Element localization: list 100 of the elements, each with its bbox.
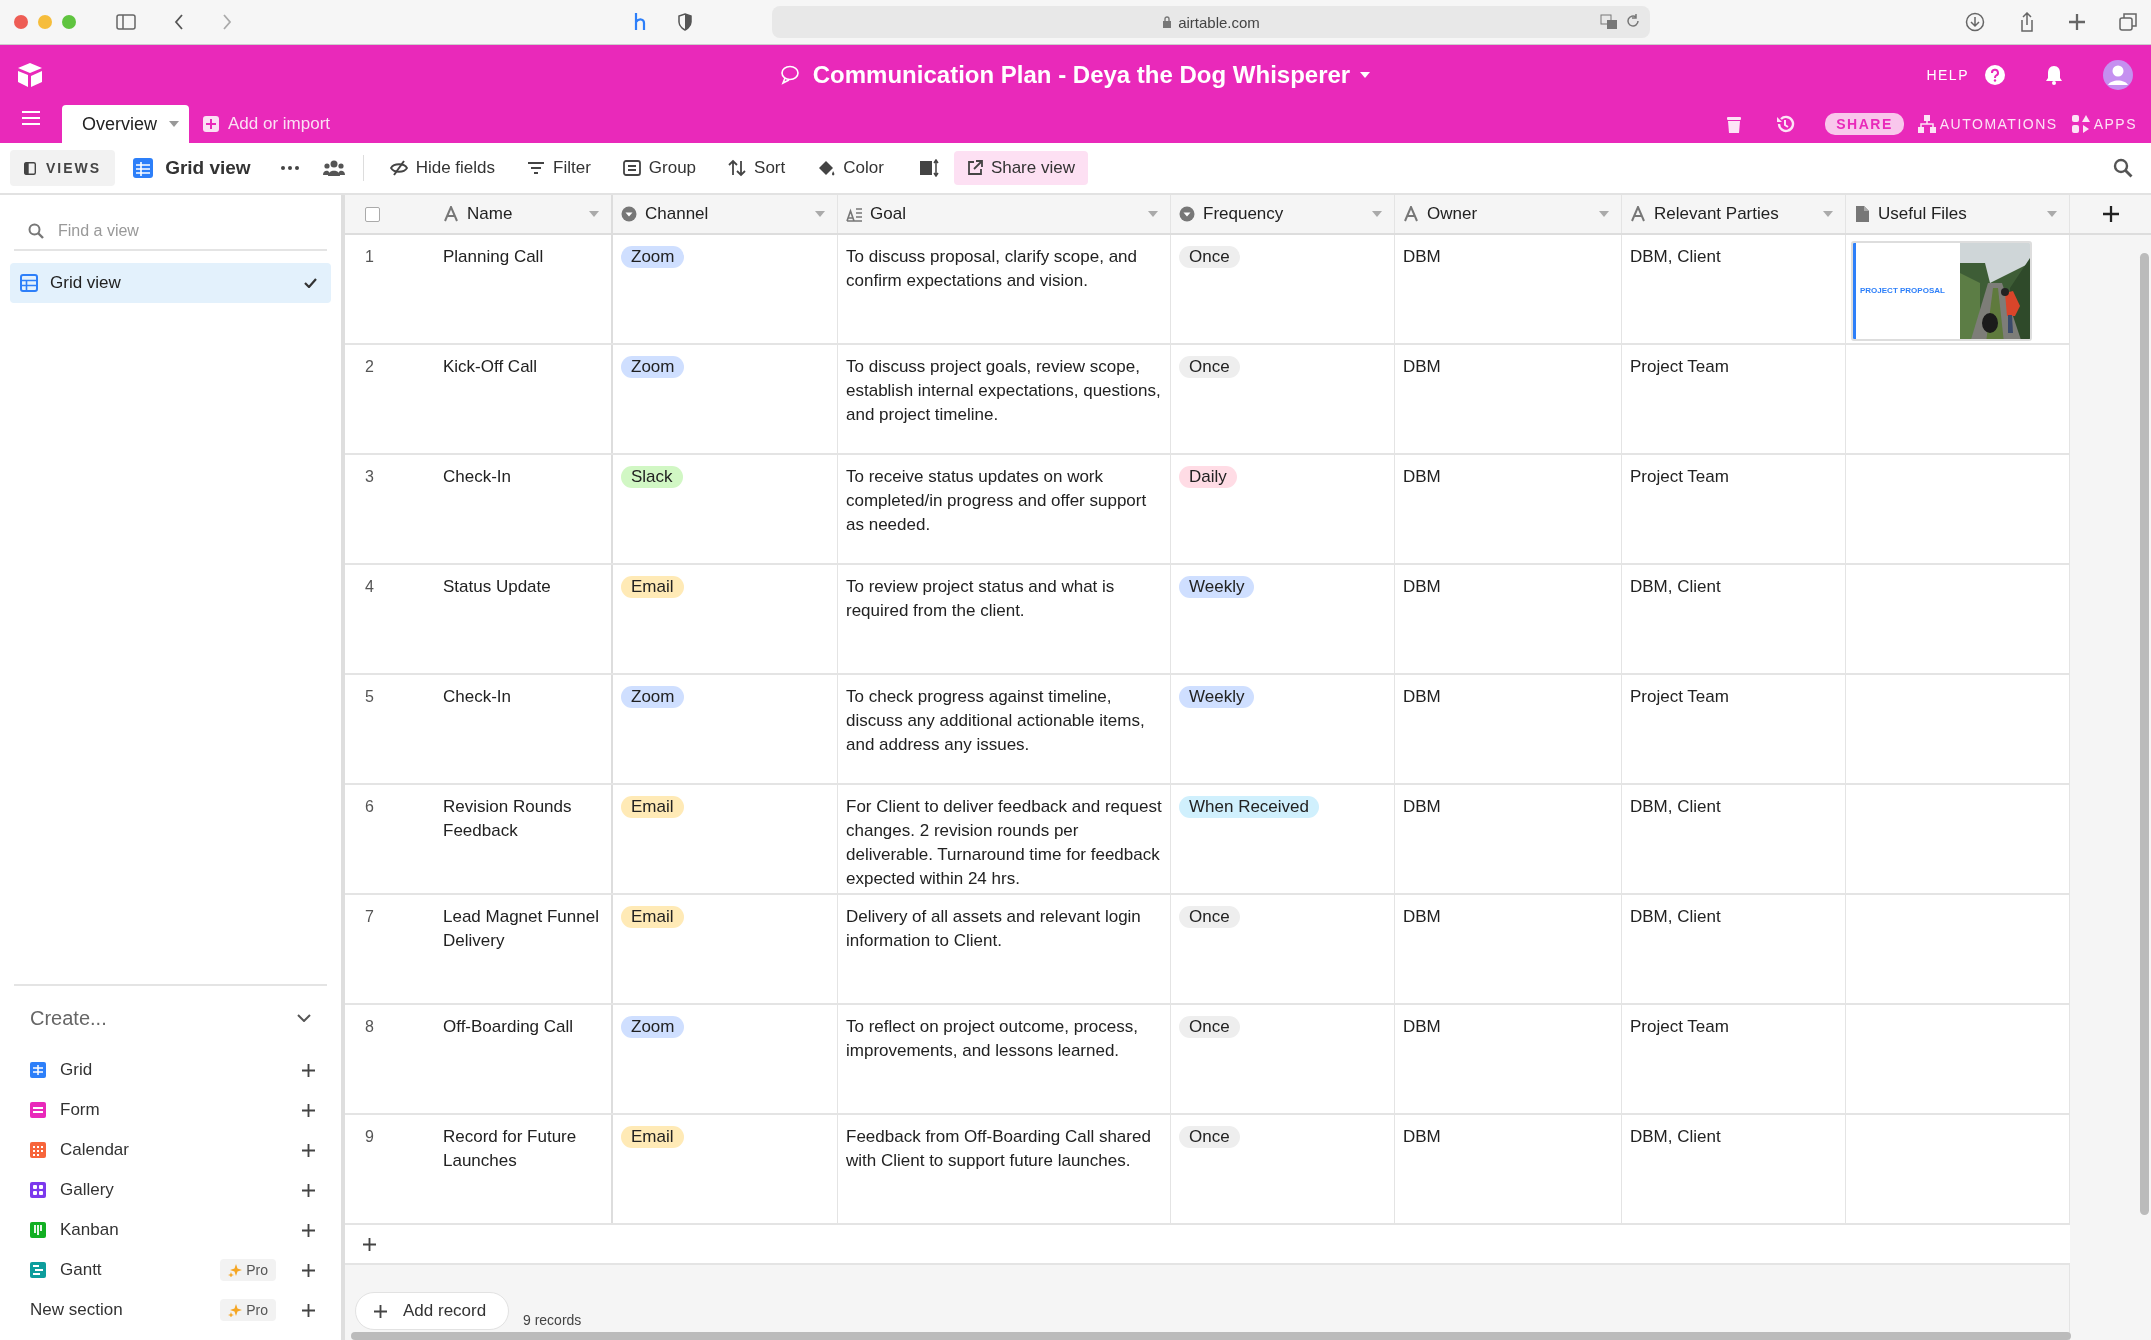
table-cell: To review project status and what is required from the client. [846,577,1115,620]
row-number: 7 [365,908,374,925]
create-view-item[interactable]: Kanban [10,1210,331,1250]
tabs-overview-icon[interactable] [2119,13,2137,31]
maximize-window-icon[interactable] [62,15,76,29]
color-button[interactable]: Color [811,152,890,184]
column-header[interactable]: Goal [838,195,1171,233]
create-view-item[interactable]: Gallery [10,1170,331,1210]
avatar-icon[interactable] [2103,60,2133,90]
table-cell: Project Team [1630,467,1729,486]
row-number: 9 [365,1128,374,1145]
table-cell: DBM, Client [1630,577,1721,596]
table-cell: To receive status updates on work completed/in progress and offer support as needed. [846,467,1147,534]
create-view-item[interactable]: New section Pro [10,1290,331,1330]
table-cell: DBM [1403,357,1441,376]
plus-icon [363,1237,376,1251]
search-icon[interactable] [2113,158,2133,178]
vertical-scrollbar[interactable] [2140,253,2149,1215]
column-header[interactable]: Channel [613,195,838,233]
create-view-item[interactable]: Gantt Pro [10,1250,331,1290]
translate-icon[interactable] [1600,14,1618,30]
table-cell: DBM [1403,907,1441,926]
create-section-toggle[interactable]: Create... [10,998,327,1038]
trash-icon[interactable] [1727,115,1742,133]
more-icon[interactable] [280,166,299,170]
add-record-button[interactable]: Add record [355,1292,510,1330]
create-view-item[interactable]: Grid [10,1050,331,1090]
reload-icon[interactable] [1626,14,1640,28]
hide-button[interactable]: Hide fields [383,152,502,184]
attachment-thumbnail[interactable]: PROJECT PROPOSAL [1851,241,2032,341]
view-name-button[interactable]: Grid view [133,157,251,179]
menu-icon[interactable] [22,111,40,125]
table-cell: To check progress against timeline, discuss any additional actionable items, and address any issues. [846,687,1145,754]
row-number: 4 [365,578,374,595]
tag: Once [1179,246,1240,268]
column-header[interactable]: Owner [1395,195,1622,233]
extension-icon[interactable] [632,12,648,32]
table-cell: Project Team [1630,687,1729,706]
column-header[interactable]: Name [435,195,613,233]
back-icon[interactable] [174,14,184,30]
shield-icon[interactable] [678,13,692,31]
select-all-checkbox[interactable] [365,206,380,222]
tag: Weekly [1179,576,1255,598]
plus-icon [302,1143,315,1157]
tag: Email [621,576,684,598]
single-select-icon [621,206,637,222]
help-icon[interactable] [1985,65,2005,85]
create-view-item[interactable]: Calendar [10,1130,331,1170]
sparkle-icon [228,1263,243,1277]
caret-icon [589,211,599,217]
forward-icon[interactable] [222,14,232,30]
table-cell: DBM [1403,247,1441,266]
table-cell: Lead Magnet Funnel Delivery [443,907,599,950]
filter-icon [527,159,546,177]
share-view-button[interactable]: Share view [953,151,1088,185]
group-icon [622,159,641,177]
tab[interactable]: Overview [62,105,189,143]
table-cell: Record for Future Launches [443,1127,577,1170]
table-cell: DBM, Client [1630,797,1721,816]
group-button[interactable]: Group [616,152,703,184]
grid-icon [20,274,38,292]
base-title[interactable]: Communication Plan - Deya the Dog Whisperer [812,61,1351,89]
pro-badge: Pro [220,1299,276,1321]
chevron-down-icon [297,1014,311,1022]
column-header[interactable]: Relevant Parties [1622,195,1846,233]
bell-icon[interactable] [2045,65,2063,85]
table-cell: Planning Call [443,247,544,266]
column-header[interactable]: Frequency [1171,195,1395,233]
row-height-icon[interactable] [919,159,940,177]
text-field-icon [1630,206,1646,222]
caret-icon [169,121,179,127]
people-icon[interactable] [322,160,345,176]
view-type-label: New section [30,1300,124,1320]
find-view-field[interactable]: Find a view [56,221,327,241]
share-icon[interactable] [2019,12,2035,32]
tag: Zoom [621,1016,685,1038]
close-window-icon[interactable] [14,15,28,29]
download-icon[interactable] [1965,12,1985,32]
paint-bucket-icon [817,159,836,177]
horizontal-scrollbar[interactable] [351,1332,2071,1340]
create-view-item[interactable]: Form [10,1090,331,1130]
row-number: 3 [365,468,374,485]
sparkle-icon [228,1303,243,1317]
caret-icon [815,211,825,217]
help-link[interactable]: HELP [1926,67,1969,83]
table-cell: DBM [1403,1127,1441,1146]
caret-icon [1360,72,1371,78]
history-icon[interactable] [1775,114,1796,134]
view-item[interactable]: Grid view [10,263,331,303]
row-number: 8 [365,1018,374,1035]
address-bar[interactable]: airtable.com [772,6,1650,38]
tag: Email [621,906,684,928]
logo-icon[interactable] [16,62,44,88]
views-button[interactable]: VIEWS [10,150,116,186]
table-cell: DBM [1403,577,1441,596]
view-type-label: Calendar [60,1140,130,1160]
sidebar-toggle-icon[interactable] [116,14,136,30]
plus-icon [302,1183,315,1197]
filter-button[interactable]: Filter [521,152,597,184]
sort-button[interactable]: Sort [722,152,792,184]
